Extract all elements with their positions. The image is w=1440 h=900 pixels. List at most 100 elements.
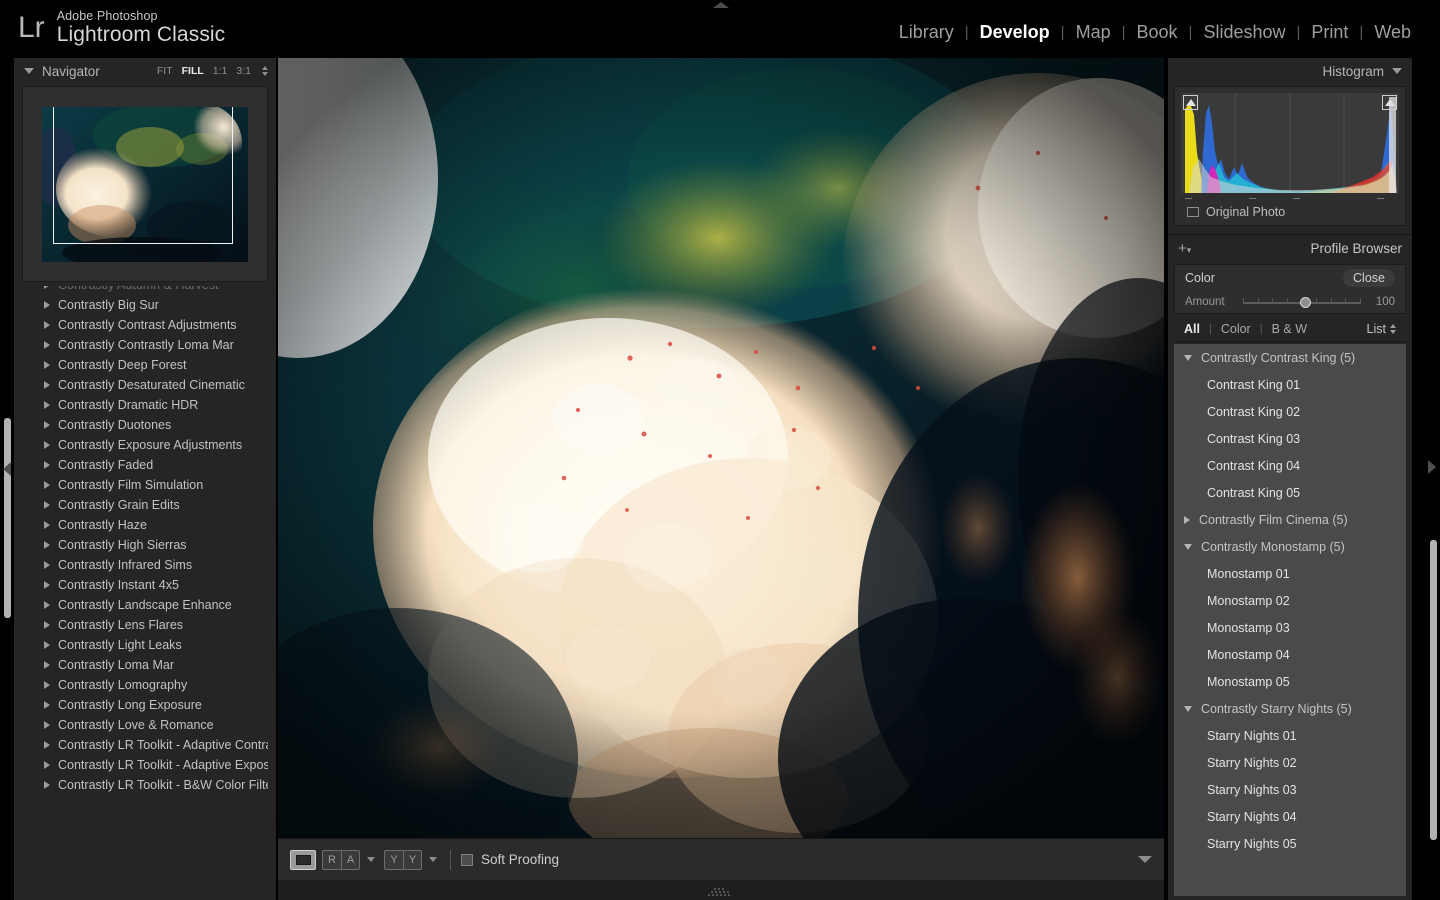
chevron-right-icon[interactable]: [44, 621, 50, 629]
module-slideshow[interactable]: Slideshow: [1192, 22, 1296, 43]
histogram-plot[interactable]: [1181, 93, 1399, 193]
chevron-right-icon[interactable]: [44, 581, 50, 589]
profile-item[interactable]: Contrast King 04: [1174, 452, 1406, 479]
original-photo-toggle[interactable]: Original Photo: [1187, 205, 1285, 219]
preset-group-row[interactable]: Contrastly Haze: [22, 515, 268, 535]
profile-item[interactable]: Contrast King 05: [1174, 479, 1406, 506]
chevron-right-icon[interactable]: [44, 781, 50, 789]
module-print[interactable]: Print: [1300, 22, 1359, 43]
module-web[interactable]: Web: [1363, 22, 1422, 43]
profile-item[interactable]: Monostamp 03: [1174, 614, 1406, 641]
chevron-right-icon[interactable]: [44, 641, 50, 649]
filmstrip-grip-handle[interactable]: [706, 888, 734, 897]
profile-item[interactable]: Contrast King 02: [1174, 398, 1406, 425]
add-profile-icon[interactable]: +▾: [1178, 241, 1191, 256]
preset-group-row[interactable]: Contrastly Deep Forest: [22, 355, 268, 375]
view-mode-stepper-icon[interactable]: [1390, 323, 1396, 334]
preset-group-row[interactable]: Contrastly Instant 4x5: [22, 575, 268, 595]
zoom-level-fill[interactable]: FILL: [182, 65, 204, 77]
profile-filter-all[interactable]: All: [1184, 322, 1209, 336]
profile-group-row[interactable]: Contrastly Contrast King (5): [1174, 344, 1406, 371]
profile-item[interactable]: Monostamp 01: [1174, 560, 1406, 587]
chevron-right-icon[interactable]: [44, 681, 50, 689]
profile-item[interactable]: Monostamp 04: [1174, 641, 1406, 668]
chevron-right-icon[interactable]: [44, 321, 50, 329]
profile-view-mode[interactable]: List: [1367, 322, 1386, 336]
preset-group-row[interactable]: Contrastly LR Toolkit - Adaptive Exposur…: [22, 755, 268, 775]
slider-knob[interactable]: [1299, 297, 1311, 308]
toolbar-options-dropdown-icon[interactable]: [1138, 856, 1152, 863]
profile-item[interactable]: Starry Nights 05: [1174, 830, 1406, 857]
preset-group-row[interactable]: Contrastly Landscape Enhance: [22, 595, 268, 615]
profile-group-row[interactable]: Contrastly Monostamp (5): [1174, 533, 1406, 560]
preset-group-row[interactable]: Contrastly Big Sur: [22, 295, 268, 315]
preset-group-row[interactable]: Contrastly Desaturated Cinematic: [22, 375, 268, 395]
chevron-right-icon[interactable]: [44, 381, 50, 389]
preset-group-row[interactable]: Contrastly Contrast Adjustments: [22, 315, 268, 335]
chevron-right-icon[interactable]: [44, 601, 50, 609]
chevron-right-icon[interactable]: [44, 341, 50, 349]
chevron-down-icon[interactable]: [24, 68, 34, 74]
right-panel-collapse-arrow[interactable]: [1428, 460, 1436, 474]
compare-view-button[interactable]: Y Y: [384, 849, 422, 870]
chevron-right-icon[interactable]: [44, 661, 50, 669]
before-after-dropdown-icon[interactable]: [367, 857, 375, 862]
right-panel-scrollbar[interactable]: [1430, 540, 1437, 840]
histogram-header[interactable]: Histogram: [1168, 58, 1412, 84]
chevron-right-icon[interactable]: [44, 741, 50, 749]
preset-group-row[interactable]: Contrastly Infrared Sims: [22, 555, 268, 575]
before-after-button[interactable]: R A: [322, 849, 360, 870]
profile-group-row[interactable]: Contrastly Film Cinema (5): [1174, 506, 1406, 533]
preset-group-row[interactable]: Contrastly Grain Edits: [22, 495, 268, 515]
chevron-right-icon[interactable]: [44, 461, 50, 469]
preset-group-row[interactable]: Contrastly Film Simulation: [22, 475, 268, 495]
chevron-down-icon[interactable]: [1184, 354, 1192, 361]
chevron-down-icon[interactable]: [1392, 68, 1402, 74]
chevron-right-icon[interactable]: [44, 561, 50, 569]
profile-filter-color[interactable]: Color: [1212, 322, 1260, 336]
preset-group-row[interactable]: Contrastly Loma Mar: [22, 655, 268, 675]
profile-filter-bw[interactable]: B & W: [1263, 322, 1316, 336]
module-library[interactable]: Library: [888, 22, 965, 43]
chevron-right-icon[interactable]: [44, 501, 50, 509]
chevron-right-icon[interactable]: [44, 721, 50, 729]
preset-group-row[interactable]: Contrastly Lomography: [22, 675, 268, 695]
zoom-level-fit[interactable]: FIT: [157, 65, 173, 77]
preset-group-row[interactable]: Contrastly Duotones: [22, 415, 268, 435]
chevron-right-icon[interactable]: [44, 481, 50, 489]
chevron-down-icon[interactable]: [1184, 705, 1192, 712]
preset-group-row[interactable]: Contrastly Faded: [22, 455, 268, 475]
amount-slider[interactable]: [1243, 296, 1361, 308]
profile-group-row[interactable]: Contrastly Starry Nights (5): [1174, 695, 1406, 722]
left-panel-collapse-arrow[interactable]: [3, 462, 11, 476]
preset-group-row[interactable]: Contrastly Long Exposure: [22, 695, 268, 715]
navigator-thumbnail[interactable]: [42, 106, 248, 262]
preset-group-row[interactable]: Contrastly High Sierras: [22, 535, 268, 555]
zoom-level-3-1[interactable]: 3:1: [236, 65, 251, 77]
soft-proofing-checkbox[interactable]: [461, 853, 473, 866]
navigator-header[interactable]: Navigator FIT FILL 1:1 3:1: [14, 58, 276, 84]
navigator-crop-rect[interactable]: [53, 106, 233, 244]
chevron-right-icon[interactable]: [44, 286, 50, 289]
chevron-right-icon[interactable]: [44, 521, 50, 529]
profile-close-button[interactable]: Close: [1343, 269, 1395, 287]
preset-group-row[interactable]: Contrastly Exposure Adjustments: [22, 435, 268, 455]
preset-group-row[interactable]: Contrastly Dramatic HDR: [22, 395, 268, 415]
chevron-right-icon[interactable]: [44, 701, 50, 709]
preset-group-row[interactable]: Contrastly Autumn & Harvest: [22, 286, 268, 295]
profile-item[interactable]: Monostamp 02: [1174, 587, 1406, 614]
compare-dropdown-icon[interactable]: [429, 857, 437, 862]
zoom-stepper-icon[interactable]: [262, 66, 268, 76]
navigator-preview[interactable]: [22, 86, 268, 282]
zoom-level-1-1[interactable]: 1:1: [213, 65, 228, 77]
profile-item[interactable]: Starry Nights 04: [1174, 803, 1406, 830]
chevron-right-icon[interactable]: [44, 361, 50, 369]
preset-group-row[interactable]: Contrastly LR Toolkit - Adaptive Contras…: [22, 735, 268, 755]
profile-item[interactable]: Contrast King 01: [1174, 371, 1406, 398]
module-map[interactable]: Map: [1065, 22, 1122, 43]
chevron-right-icon[interactable]: [44, 301, 50, 309]
module-develop[interactable]: Develop: [969, 22, 1061, 43]
image-viewer[interactable]: [278, 58, 1164, 838]
chevron-right-icon[interactable]: [44, 421, 50, 429]
preset-list[interactable]: Contrastly Autumn & Harvest Contrastly Bi…: [22, 286, 268, 898]
